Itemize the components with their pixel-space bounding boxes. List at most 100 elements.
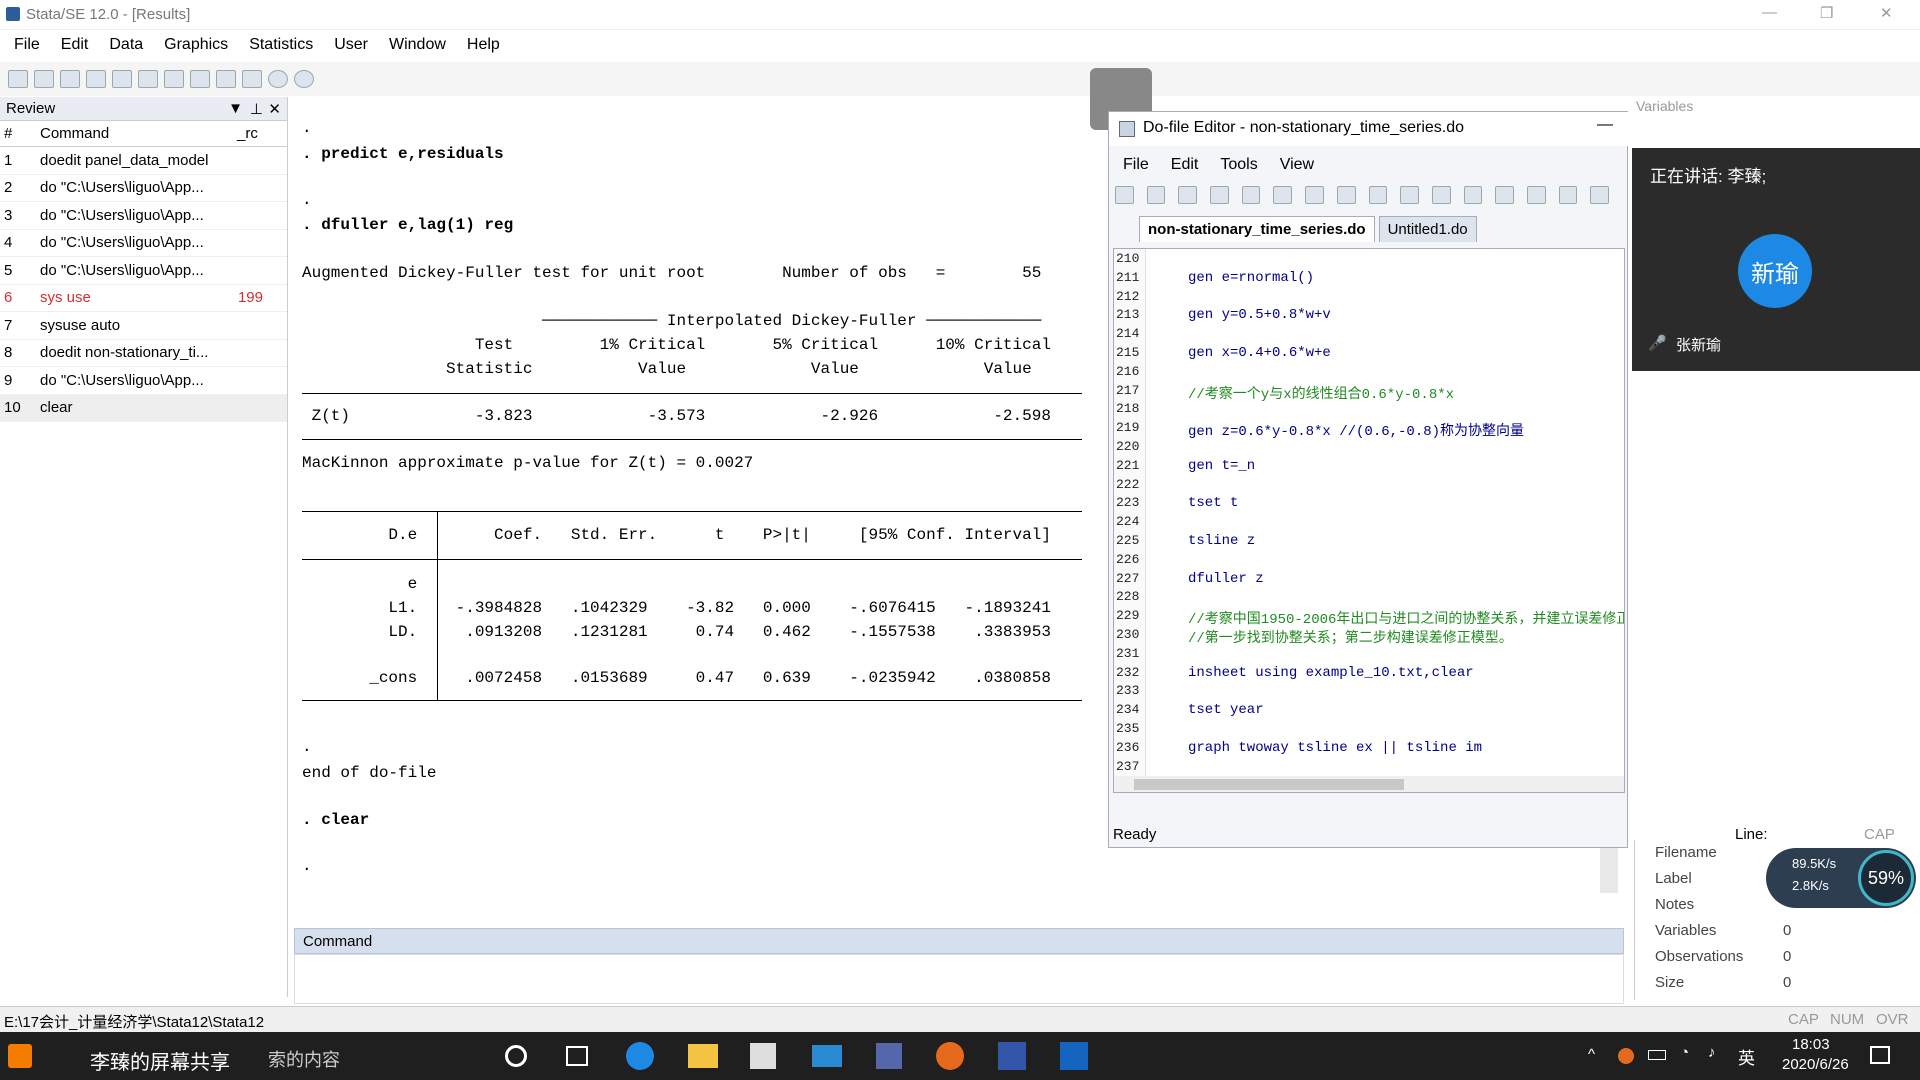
graph-icon[interactable]: [138, 70, 158, 88]
menu-edit[interactable]: Edit: [61, 36, 89, 54]
col-rc[interactable]: _rc: [237, 125, 287, 142]
new-icon[interactable]: [1115, 186, 1134, 204]
viewer-icon[interactable]: [112, 70, 132, 88]
redo-icon[interactable]: [1400, 186, 1419, 204]
dofile-menu-edit[interactable]: Edit: [1171, 156, 1199, 174]
line-number: 236: [1116, 739, 1140, 755]
line-number: 210: [1116, 251, 1140, 266]
run-icon[interactable]: [1558, 186, 1578, 204]
col-num[interactable]: #: [0, 125, 40, 142]
cut-icon[interactable]: [1273, 186, 1293, 204]
notification-icon[interactable]: [1870, 1046, 1890, 1064]
print-icon[interactable]: [1210, 186, 1229, 204]
next-bookmark-icon[interactable]: [1495, 186, 1514, 204]
horizontal-scrollbar[interactable]: [1114, 776, 1624, 792]
data-editor-icon[interactable]: [190, 70, 210, 88]
review-row[interactable]: 3 do "C:\Users\liguo\App...: [0, 202, 287, 230]
review-row-command: do "C:\Users\liguo\App...: [40, 206, 204, 224]
menu-statistics[interactable]: Statistics: [249, 36, 313, 54]
result-line: . predict e,residuals: [302, 145, 504, 163]
tab-untitled1[interactable]: Untitled1.do: [1378, 216, 1477, 242]
find-icon[interactable]: [1241, 186, 1261, 204]
col-command[interactable]: Command: [40, 125, 237, 142]
scroll-thumb[interactable]: [1134, 779, 1404, 790]
prev-bookmark-icon[interactable]: [1463, 186, 1483, 204]
rule: [302, 439, 1082, 440]
mail-icon[interactable]: [812, 1045, 842, 1067]
battery-icon[interactable]: [1648, 1050, 1666, 1060]
break-icon[interactable]: [294, 70, 314, 88]
minimize-icon[interactable]: —: [1762, 4, 1777, 21]
more-icon[interactable]: [268, 70, 288, 88]
task-view-icon[interactable]: [566, 1046, 588, 1066]
prop-value: 0: [1783, 948, 1792, 965]
dofile-minimize-icon[interactable]: —: [1597, 116, 1613, 134]
ovr-flag: OVR: [1876, 1011, 1909, 1028]
tab-non-stationary[interactable]: non-stationary_time_series.do: [1139, 216, 1375, 242]
review-row-command: doedit non-stationary_ti...: [40, 344, 209, 362]
dofile-menu-view[interactable]: View: [1280, 156, 1314, 174]
review-row[interactable]: 9 do "C:\Users\liguo\App...: [0, 367, 287, 395]
volume-icon[interactable]: ♪: [1708, 1044, 1716, 1061]
menu-help[interactable]: Help: [467, 36, 500, 54]
copy-icon[interactable]: [1305, 186, 1324, 204]
menu-data[interactable]: Data: [109, 36, 143, 54]
tray-arrow-icon[interactable]: ^: [1588, 1046, 1595, 1063]
review-row[interactable]: 2 do "C:\Users\liguo\App...: [0, 175, 287, 202]
firefox-icon[interactable]: [936, 1042, 964, 1070]
save-icon[interactable]: [1178, 186, 1198, 204]
prop-observations: Observations 0: [1635, 944, 1920, 970]
review-row-num: 4: [4, 234, 13, 252]
do-editor-icon[interactable]: [164, 70, 184, 88]
rule: [302, 700, 1082, 701]
explorer-icon[interactable]: [688, 1044, 718, 1068]
pin-icon[interactable]: ⊥: [250, 100, 263, 118]
bookmark-icon[interactable]: [1431, 186, 1451, 204]
dofile-menu-file[interactable]: File: [1123, 156, 1149, 174]
save-icon[interactable]: [34, 70, 54, 88]
paste-icon[interactable]: [1336, 186, 1356, 204]
preview-icon[interactable]: [1526, 186, 1546, 204]
code-line: gen x=0.4+0.6*w+e: [1188, 345, 1331, 361]
meeting-app-icon[interactable]: [1060, 1042, 1088, 1070]
review-row[interactable]: 1 doedit panel_data_model: [0, 147, 287, 175]
code-editor[interactable]: 210 211 gen e=rnormal() 212 213 gen y=0.5+0.8…: [1113, 248, 1625, 793]
filter-icon[interactable]: ▼: [228, 100, 243, 117]
review-row[interactable]: 6 sys use 199: [0, 285, 287, 312]
command-input[interactable]: [294, 954, 1624, 1004]
stata-taskbar-icon[interactable]: [998, 1042, 1026, 1070]
variables-manager-icon[interactable]: [242, 70, 262, 88]
wifi-icon[interactable]: ◔: [1680, 1044, 1689, 1061]
review-row[interactable]: 8 doedit non-stationary_ti...: [0, 340, 287, 367]
menu-graphics[interactable]: Graphics: [164, 36, 228, 54]
review-row[interactable]: 10 clear: [0, 394, 287, 422]
open-icon[interactable]: [1146, 186, 1166, 204]
store-icon[interactable]: [750, 1043, 776, 1069]
data-browser-icon[interactable]: [216, 70, 236, 88]
close-icon[interactable]: ✕: [1880, 4, 1893, 22]
clock-date[interactable]: 2020/6/26: [1782, 1056, 1849, 1073]
review-row[interactable]: 5 do "C:\Users\liguo\App...: [0, 257, 287, 285]
close-review-icon[interactable]: ✕: [268, 100, 281, 118]
log-icon[interactable]: [86, 70, 106, 88]
calculator-app-icon[interactable]: [876, 1043, 902, 1069]
line-number: 217: [1116, 382, 1140, 398]
menu-file[interactable]: File: [14, 36, 40, 54]
review-row[interactable]: 4 do "C:\Users\liguo\App...: [0, 230, 287, 257]
cortana-icon[interactable]: [505, 1045, 527, 1067]
review-row-command: do "C:\Users\liguo\App...: [40, 371, 204, 389]
menu-user[interactable]: User: [334, 36, 368, 54]
print-icon[interactable]: [60, 70, 80, 88]
undo-icon[interactable]: [1368, 186, 1388, 204]
review-row[interactable]: 7 sysuse auto: [0, 312, 287, 340]
ime-indicator[interactable]: 英: [1738, 1044, 1755, 1069]
open-icon[interactable]: [8, 70, 28, 88]
line-number: 216: [1116, 363, 1140, 379]
dofile-menu-tools[interactable]: Tools: [1220, 156, 1257, 174]
edge-icon[interactable]: [626, 1042, 654, 1070]
prop-label: Filename: [1655, 844, 1717, 861]
execute-icon[interactable]: [1590, 186, 1609, 204]
menu-window[interactable]: Window: [389, 36, 446, 54]
restore-icon[interactable]: ❐: [1820, 4, 1833, 22]
clock-time[interactable]: 18:03: [1792, 1036, 1830, 1053]
